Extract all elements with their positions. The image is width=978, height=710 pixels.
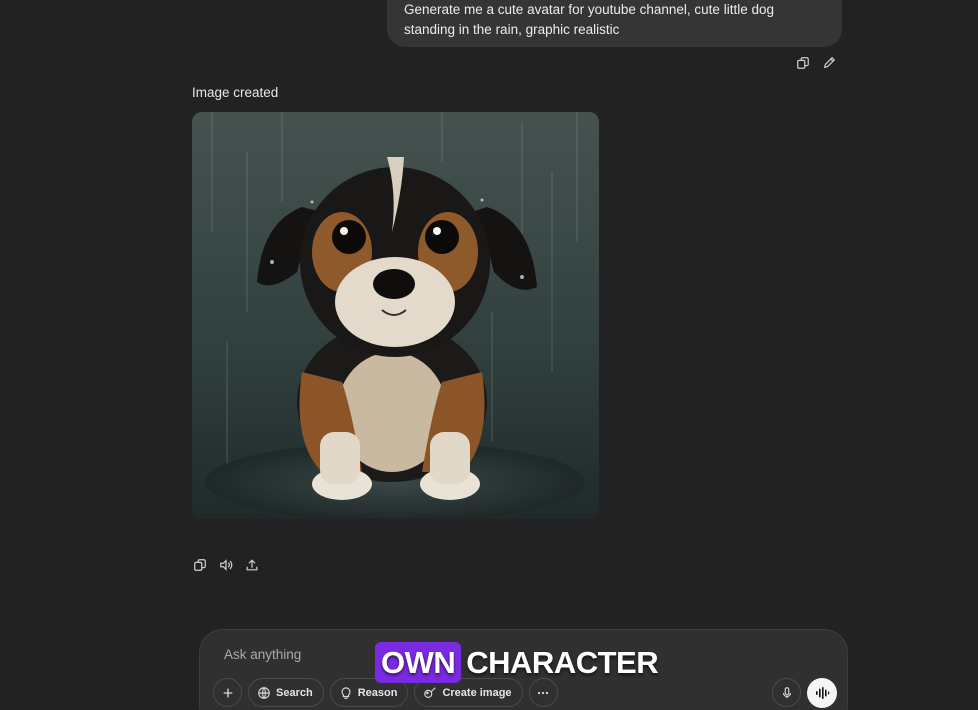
speaker-icon[interactable] [219,558,233,572]
share-icon[interactable] [245,558,259,572]
voice-mode-icon[interactable] [807,678,837,708]
lightbulb-icon [341,686,351,699]
image-brush-icon [424,686,437,698]
reason-label: Reason [357,686,398,699]
create-image-label: Create image [442,686,512,699]
search-button[interactable]: Search [248,678,324,707]
assistant-message-actions [193,558,259,572]
caption-highlight-word: OWN [375,642,462,683]
microphone-icon[interactable] [772,678,801,707]
copy-icon[interactable] [193,558,207,572]
plus-icon[interactable] [213,678,242,707]
user-message-bubble: Generate me a cute avatar for youtube ch… [387,0,842,47]
image-created-label: Image created [192,85,279,100]
chat-page: Generate me a cute avatar for youtube ch… [0,0,978,710]
video-caption: OWN CHARACTER [375,642,659,683]
search-label: Search [276,686,313,699]
pencil-icon[interactable] [822,56,836,70]
user-message-actions [796,56,836,70]
copy-icon[interactable] [796,56,810,70]
puppy-image [192,112,599,519]
generated-image[interactable] [192,112,599,519]
globe-icon [258,686,270,699]
user-message-line-2: standing in the rain, graphic realistic [404,22,620,37]
caption-rest: CHARACTER [466,644,659,680]
user-message-line-1: Generate me a cute avatar for youtube ch… [404,2,774,17]
